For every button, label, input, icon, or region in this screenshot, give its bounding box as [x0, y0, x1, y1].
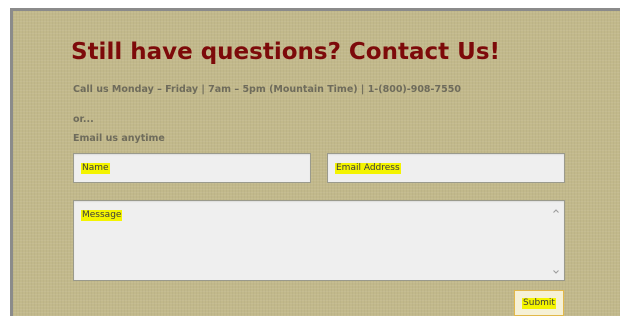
email-us-text: Email us anytime	[73, 133, 165, 144]
chevron-down-icon[interactable]	[552, 268, 560, 276]
email-placeholder: Email Address	[335, 163, 401, 174]
message-textarea[interactable]: Message	[73, 200, 565, 281]
message-placeholder: Message	[81, 210, 123, 221]
submit-button[interactable]: Submit	[514, 290, 564, 316]
call-info-text: Call us Monday – Friday | 7am – 5pm (Mou…	[73, 84, 461, 95]
chevron-up-icon[interactable]	[552, 207, 560, 215]
page-title: Still have questions? Contact Us!	[71, 39, 500, 65]
contact-panel: Still have questions? Contact Us! Call u…	[10, 8, 620, 316]
name-field[interactable]: Name	[73, 153, 311, 183]
email-field[interactable]: Email Address	[327, 153, 565, 183]
submit-label: Submit	[522, 297, 556, 309]
or-text: or...	[73, 114, 94, 125]
name-placeholder: Name	[81, 163, 110, 174]
